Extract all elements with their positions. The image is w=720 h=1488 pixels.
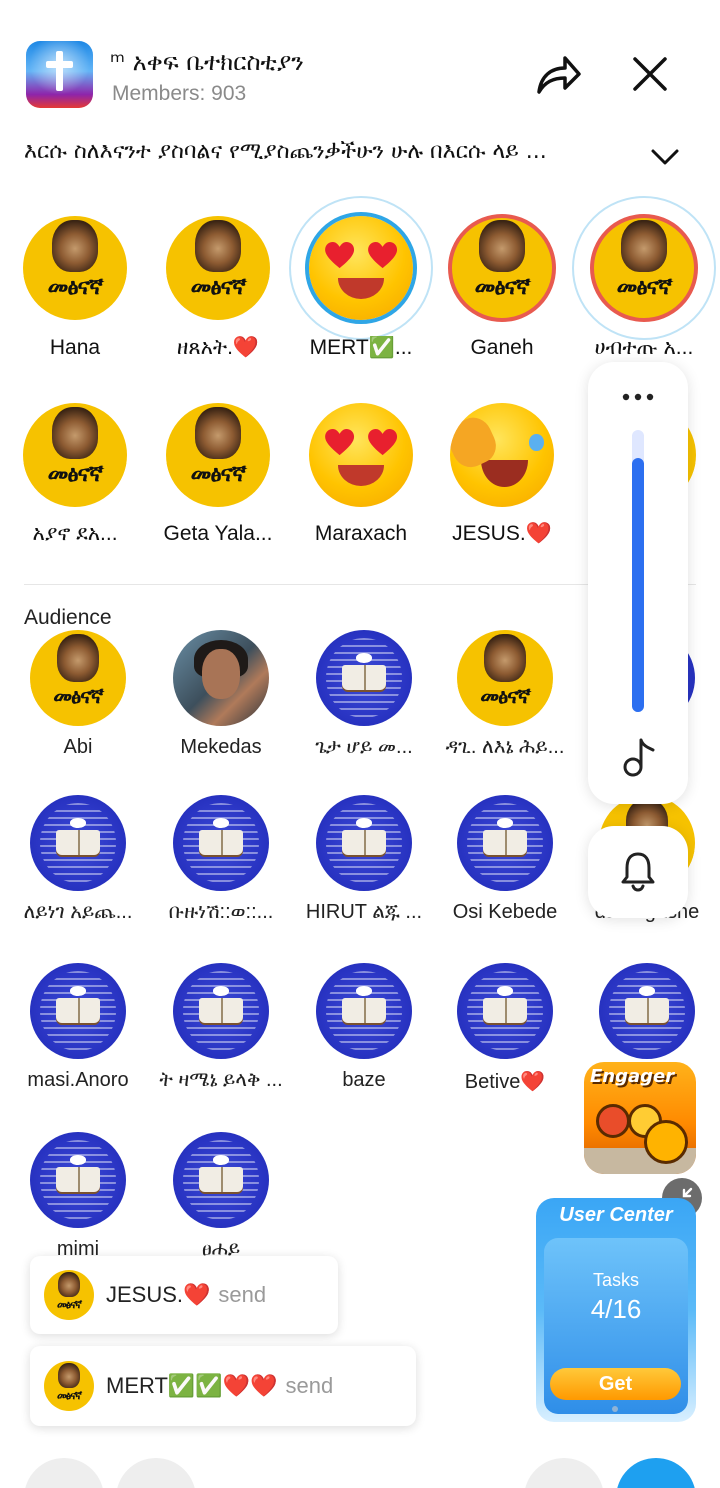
room-logo[interactable] bbox=[26, 41, 93, 108]
audience-avatar[interactable] bbox=[599, 963, 695, 1059]
audience-name: HIRUT ልጁ ... bbox=[305, 901, 423, 923]
speaker-name: ሀብተጡ አ... bbox=[594, 336, 694, 359]
audience-name: Osi Kebede bbox=[452, 901, 558, 923]
tasks-count: 4/16 bbox=[590, 1294, 642, 1324]
speaker-avatar[interactable]: መፅናኛ bbox=[166, 403, 270, 507]
audience-avatar[interactable] bbox=[316, 630, 412, 726]
speaker-name: Maraxach bbox=[314, 522, 408, 545]
bottom-button[interactable] bbox=[116, 1458, 196, 1488]
speaker-name: አያኖ ደአ... bbox=[32, 522, 118, 545]
audience-name: ለይነገ አይጨ... bbox=[23, 901, 133, 923]
speaking-ring bbox=[305, 212, 417, 324]
speaker-name: JESUS.❤️ bbox=[452, 522, 552, 545]
audience-avatar[interactable] bbox=[30, 963, 126, 1059]
page-indicator bbox=[612, 1406, 618, 1412]
audience-name: masi.Anoro bbox=[27, 1069, 129, 1091]
toast-sender: JESUS.❤️ bbox=[106, 1282, 211, 1307]
audience-name: ጌታ ሆይ መ... bbox=[315, 736, 413, 758]
audience-avatar[interactable] bbox=[316, 795, 412, 891]
audience-name: Betive❤️ bbox=[464, 1071, 546, 1093]
speaker-avatar[interactable] bbox=[450, 403, 554, 507]
bell-icon[interactable] bbox=[619, 850, 657, 892]
bottom-button[interactable] bbox=[524, 1458, 604, 1488]
audience-label: Audience bbox=[24, 606, 112, 629]
audience-avatar[interactable] bbox=[173, 630, 269, 726]
room-title[interactable]: ᵐ አቀፍ ቤተክርስቲያን bbox=[110, 48, 304, 76]
tasks-label: Tasks bbox=[592, 1270, 639, 1290]
members-count[interactable]: Members: 903 bbox=[112, 82, 246, 106]
audience-name: ት ዛሜኔ ይላቅ ... bbox=[159, 1069, 283, 1091]
host-ring bbox=[448, 214, 556, 322]
gift-toast: መፅናኛ MERT✅✅❤️❤️ send bbox=[30, 1346, 416, 1426]
speaker-name: ዘጸአት.❤️ bbox=[176, 336, 260, 359]
room-header: ᵐ አቀፍ ቤተክርስቲያን Members: 903 bbox=[0, 0, 720, 125]
user-center-title: User Center bbox=[559, 1204, 673, 1226]
speaker-name: Hana bbox=[49, 336, 101, 359]
speaker-avatar[interactable] bbox=[309, 403, 413, 507]
more-dots-icon[interactable] bbox=[621, 392, 655, 402]
bottom-button[interactable] bbox=[24, 1458, 104, 1488]
cross-icon bbox=[56, 51, 63, 91]
share-icon[interactable] bbox=[533, 52, 583, 98]
toast-action: send bbox=[218, 1282, 267, 1307]
audience-name: Abi bbox=[63, 736, 93, 758]
volume-level bbox=[632, 458, 644, 712]
close-icon[interactable] bbox=[628, 52, 672, 96]
notification-panel bbox=[588, 826, 688, 918]
avatar: መፅናኛ bbox=[44, 1270, 94, 1320]
volume-slider[interactable] bbox=[632, 430, 644, 712]
speaker-name: MERT✅... bbox=[309, 336, 413, 359]
room-announcement[interactable]: እርሱ ስለእናንተ ያስባልና የሚያስጨንቃችሁን ሁሉ በእርሱ ላይ .… bbox=[24, 139, 634, 164]
speaking-indicator bbox=[572, 196, 716, 340]
audience-avatar[interactable]: መፅናኛ bbox=[30, 630, 126, 726]
audience-avatar[interactable] bbox=[30, 1132, 126, 1228]
audience-avatar[interactable] bbox=[457, 963, 553, 1059]
user-center-widget[interactable]: User Center Tasks 4/16 Get bbox=[536, 1198, 696, 1422]
speaker-avatar[interactable]: መፅናኛ bbox=[23, 403, 127, 507]
audience-avatar[interactable] bbox=[457, 795, 553, 891]
game-title: Engager bbox=[590, 1066, 675, 1087]
audience-name: baze bbox=[342, 1069, 386, 1091]
audience-name: ዳጊ. ለእኔ ሕይ... bbox=[445, 736, 565, 758]
speaker-avatar[interactable]: መፅናኛ bbox=[166, 216, 270, 320]
audience-name: Mekedas bbox=[180, 736, 262, 758]
get-button[interactable]: Get bbox=[550, 1368, 681, 1400]
audience-avatar[interactable]: መፅናኛ bbox=[457, 630, 553, 726]
toast-action: send bbox=[285, 1373, 334, 1398]
audience-name: ቡዙነሽ::ወ::... bbox=[168, 901, 274, 923]
audience-avatar[interactable] bbox=[316, 963, 412, 1059]
speaker-name: Ganeh bbox=[470, 336, 534, 359]
chevron-down-icon[interactable] bbox=[648, 142, 682, 172]
audience-avatar[interactable] bbox=[173, 963, 269, 1059]
gift-button[interactable] bbox=[616, 1458, 696, 1488]
engager-game-badge[interactable]: Engager bbox=[584, 1062, 696, 1174]
music-note-icon[interactable] bbox=[619, 736, 657, 778]
speaker-avatar[interactable]: መፅናኛ bbox=[23, 216, 127, 320]
avatar: መፅናኛ bbox=[44, 1361, 94, 1411]
toast-sender: MERT✅✅❤️❤️ bbox=[106, 1373, 278, 1398]
volume-panel bbox=[588, 362, 688, 804]
audience-avatar[interactable] bbox=[173, 1132, 269, 1228]
audience-avatar[interactable] bbox=[30, 795, 126, 891]
audience-avatar[interactable] bbox=[173, 795, 269, 891]
speaker-name: Geta Yala... bbox=[163, 522, 273, 545]
gift-toast: መፅናኛ JESUS.❤️ send bbox=[30, 1256, 338, 1334]
